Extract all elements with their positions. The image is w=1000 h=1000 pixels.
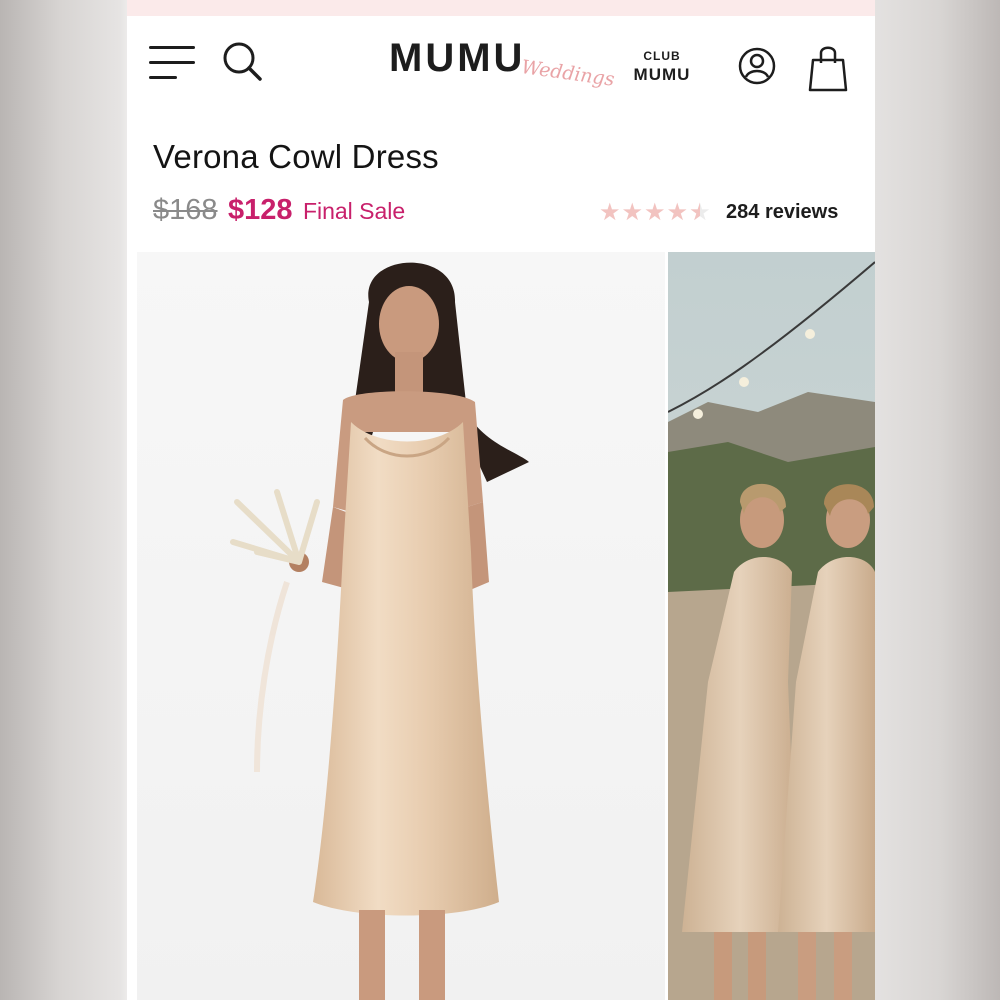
product-rating[interactable]: ★★★★★ 284 reviews bbox=[599, 198, 838, 228]
shopping-bag-icon bbox=[808, 46, 848, 92]
price-row: $168 $128 Final Sale bbox=[153, 194, 405, 234]
star-icon: ★ bbox=[666, 199, 690, 226]
model-photo-illustration bbox=[137, 252, 665, 1000]
star-icon: ★ bbox=[621, 199, 645, 226]
rating-stars: ★★★★★ bbox=[599, 198, 712, 227]
mumu-weddings-logo[interactable]: MUMU Weddings bbox=[389, 34, 616, 94]
star-icon: ★ bbox=[599, 199, 622, 226]
phone-screen: MUMU Weddings CLUB MUMU Verona Cowl Dres… bbox=[127, 0, 875, 1000]
hamburger-menu-button[interactable] bbox=[149, 46, 197, 82]
club-label: CLUB bbox=[643, 49, 681, 63]
reviews-count[interactable]: 284 reviews bbox=[726, 201, 838, 224]
menu-line-bottom bbox=[149, 76, 177, 79]
star-icon: ★ bbox=[644, 199, 667, 226]
logo-wordmark: MUMU bbox=[389, 36, 526, 80]
club-mumu-label: MUMU bbox=[633, 65, 691, 84]
bridesmaids-photo-illustration bbox=[668, 252, 875, 1000]
shopping-bag-button[interactable] bbox=[807, 44, 849, 94]
account-button[interactable] bbox=[737, 46, 777, 86]
announcement-bar bbox=[127, 0, 875, 16]
search-icon bbox=[223, 42, 262, 81]
final-sale-label: Final Sale bbox=[302, 198, 406, 224]
club-mumu-link[interactable]: CLUB MUMU bbox=[631, 50, 693, 83]
logo-script: Weddings bbox=[519, 56, 616, 91]
product-title: Verona Cowl Dress bbox=[153, 138, 439, 175]
menu-line-middle bbox=[149, 61, 195, 64]
sale-price: $128 bbox=[227, 194, 293, 226]
original-price: $168 bbox=[153, 194, 218, 226]
menu-line-top bbox=[149, 46, 195, 49]
search-button[interactable] bbox=[221, 40, 265, 84]
account-icon bbox=[738, 47, 776, 85]
site-header: MUMU Weddings CLUB MUMU bbox=[127, 16, 875, 122]
product-image-secondary[interactable] bbox=[668, 252, 875, 1000]
product-image-main[interactable] bbox=[137, 252, 665, 1000]
half-star-icon: ★ bbox=[689, 198, 712, 227]
